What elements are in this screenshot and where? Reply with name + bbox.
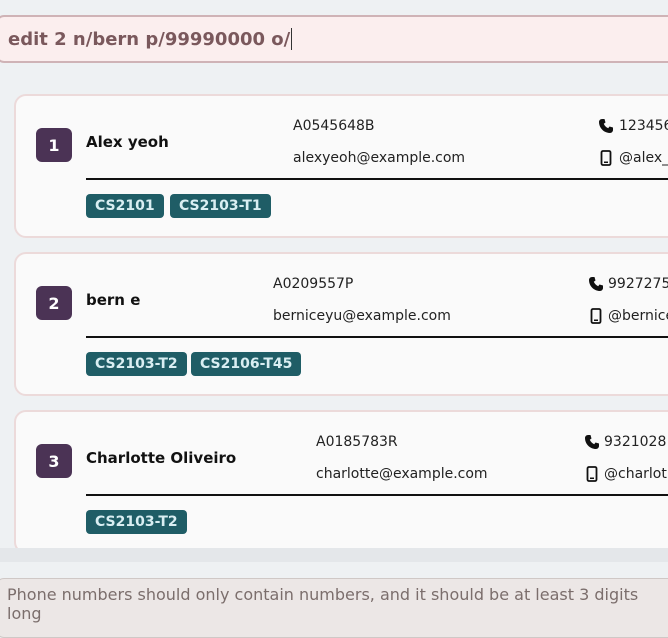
command-input[interactable]: edit 2 n/bern p/99990000 o/ <box>0 15 668 63</box>
mobile-icon <box>586 466 598 482</box>
person-telegram: @charlot <box>604 466 667 482</box>
person-name: Charlotte Oliveiro <box>86 449 237 467</box>
tag-chip: CS2103-T1 <box>170 194 271 218</box>
tag-chip: CS2103-T2 <box>86 352 187 376</box>
person-phone: 9321028 <box>604 434 667 450</box>
person-email: berniceyu@example.com <box>273 308 451 324</box>
person-index-badge: 1 <box>36 128 72 162</box>
result-display: Phone numbers should only contain number… <box>0 578 668 638</box>
tag-chip: CS2103-T2 <box>86 510 187 534</box>
mobile-icon <box>600 150 612 166</box>
person-card[interactable]: 1 Alex yeoh A0545648B alexyeoh@example.c… <box>14 94 668 238</box>
text-caret <box>291 28 293 50</box>
person-matric: A0185783R <box>316 434 398 450</box>
person-matric: A0545648B <box>293 118 375 134</box>
person-telegram: @bernice <box>608 308 668 324</box>
person-card[interactable]: 3 Charlotte Oliveiro A0185783R charlotte… <box>14 410 668 548</box>
panel-separator <box>0 548 668 562</box>
person-list-panel[interactable]: 1 Alex yeoh A0545648B alexyeoh@example.c… <box>0 78 668 548</box>
mobile-icon <box>590 308 602 324</box>
person-email: alexyeoh@example.com <box>293 150 466 166</box>
person-index-badge: 3 <box>36 444 72 478</box>
person-name: Alex yeoh <box>86 133 169 151</box>
person-matric: A0209557P <box>273 276 354 292</box>
person-phone: 9927275 <box>608 276 668 292</box>
person-name: bern e <box>86 291 141 309</box>
phone-icon <box>589 277 603 291</box>
card-divider <box>86 178 668 180</box>
card-divider <box>86 494 668 496</box>
card-divider <box>86 336 668 338</box>
command-input-text: edit 2 n/bern p/99990000 o/ <box>8 28 291 50</box>
phone-icon <box>585 435 599 449</box>
tag-chip: CS2106-T45 <box>191 352 302 376</box>
person-card[interactable]: 2 bern e A0209557P berniceyu@example.com… <box>14 252 668 396</box>
phone-icon <box>599 119 613 133</box>
person-index-badge: 2 <box>36 286 72 320</box>
tag-chip: CS2101 <box>86 194 164 218</box>
result-message: Phone numbers should only contain number… <box>7 585 639 623</box>
person-email: charlotte@example.com <box>316 466 488 482</box>
person-telegram: @alex_ <box>619 150 668 166</box>
person-phone: 123456 <box>619 118 668 134</box>
